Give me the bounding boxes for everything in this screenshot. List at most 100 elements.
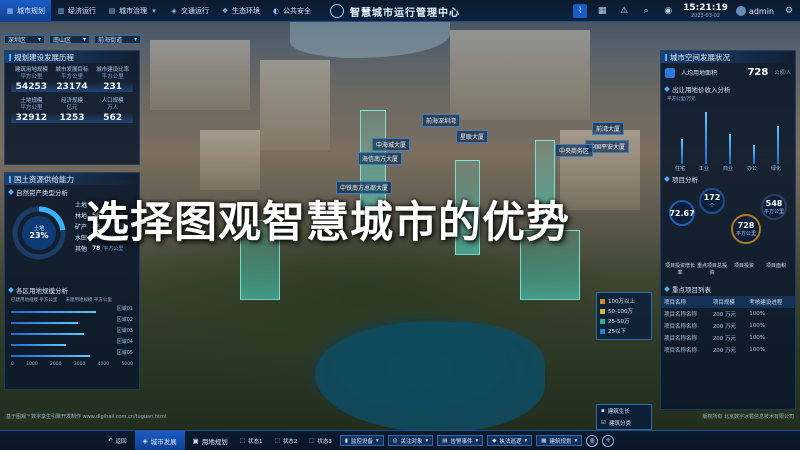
hbar-track: 区域01: [11, 305, 133, 316]
compass-icon[interactable]: ✛: [602, 434, 615, 447]
map-legend-row[interactable]: 50-100万: [600, 306, 648, 316]
bubble-value: 72.67: [669, 208, 695, 218]
vbar-category: 商业: [723, 166, 734, 172]
map-legend-row[interactable]: 25以下: [600, 326, 648, 336]
table-cell: 100%: [749, 323, 765, 329]
table-row[interactable]: 项目名称名称 200 万元 100%: [661, 308, 795, 320]
globe-icon[interactable]: ◍: [586, 434, 599, 447]
nav-traffic[interactable]: ◈ 交通运行: [164, 0, 215, 22]
map-legend-row[interactable]: 25-50万: [600, 316, 648, 326]
hbar-name: 区域03: [116, 328, 133, 334]
chip-patrol[interactable]: ◆ 执法巡逻 ▾: [487, 435, 533, 446]
nav-ecology[interactable]: ❖ 生态环境: [215, 0, 266, 22]
filter-street[interactable]: 前海街道 ▾: [94, 35, 142, 44]
vbar: [753, 144, 755, 164]
user-menu[interactable]: admin: [735, 6, 774, 16]
camera-icon: ▮: [344, 437, 348, 444]
stat-label: 土地规模: [20, 98, 43, 104]
settings-icon[interactable]: ⚙: [782, 4, 796, 18]
map-icon: ▣: [192, 436, 199, 445]
chip-focus[interactable]: ◎ 关注对象 ▾: [387, 435, 434, 446]
stat-item: 城市发展目标 平方公里 23174: [51, 67, 93, 92]
project-bubble[interactable]: 172 个: [699, 188, 725, 214]
project-bubble[interactable]: 548 平方公里: [761, 194, 787, 220]
layer-option[interactable]: ▪ 建筑生长: [597, 405, 651, 417]
map-tag[interactable]: 前海深圳湾: [422, 114, 461, 127]
nav-economy[interactable]: ▥ 经济运行: [51, 0, 102, 22]
page-title: 智慧城市运行管理中心: [330, 0, 460, 22]
vbar: [777, 125, 779, 164]
planning-history-panel: 规划建设发展历程 建筑用地规模 平方公里 54253 城市发展目标 平方公里 23174 城…: [4, 50, 140, 165]
state-button-3[interactable]: ⬚ 状态3: [305, 434, 336, 448]
bubble-value: 728: [737, 221, 755, 230]
map-tag[interactable]: 星联大厦: [456, 130, 489, 143]
map-tag[interactable]: 海信南方大厦: [358, 152, 403, 165]
hbar-name: 区域01: [116, 306, 133, 312]
building-icon: ▦: [541, 437, 547, 444]
layer-option[interactable]: ☑ 建筑分类: [597, 417, 651, 429]
tab-city-development[interactable]: ◈ 城市发展: [134, 430, 185, 450]
project-bubble[interactable]: 728 平方公里: [731, 214, 761, 244]
hbar-row: 区域02: [11, 316, 133, 327]
table-row[interactable]: 项目名称名称 200 万元 100%: [661, 332, 795, 344]
hbar-row: 区域05: [11, 349, 133, 360]
map-legend-row[interactable]: 100万以上: [600, 296, 648, 306]
map-tag[interactable]: 中央商务区: [555, 144, 594, 157]
hbar-bar: [11, 311, 97, 313]
map-tag[interactable]: 前湾大厦: [592, 122, 625, 135]
chip-building-plan[interactable]: ▦ 建筑规划 ▾: [536, 435, 583, 446]
filter-city[interactable]: 深圳区 ▾: [4, 35, 46, 44]
footer-credit: 基于图观™数字孪生引擎开发制作 www.digihail.com.cn/tugu…: [6, 414, 167, 420]
state-button-2[interactable]: ⬚ 状态2: [270, 434, 301, 448]
stat-value: 54253: [11, 82, 52, 92]
state-icon: ⬚: [239, 437, 245, 444]
map-tag[interactable]: 中海城大厦: [372, 138, 411, 151]
filter-label: 前海街道: [98, 37, 123, 44]
axis-tick: 0: [11, 362, 14, 367]
nav-city-planning[interactable]: ▦ 城市规划: [0, 0, 51, 22]
table-row[interactable]: 项目名称名称 200 万元 100%: [661, 320, 795, 332]
building-cluster: [150, 40, 250, 110]
dashboard-icon[interactable]: ⌇: [573, 4, 588, 18]
nav-governance[interactable]: ▤ 城市治理 ▾: [102, 0, 164, 22]
city-icon: ▦: [6, 6, 14, 15]
table-row[interactable]: 项目名称名称 200 万元 100%: [661, 344, 795, 356]
project-table: 项目名称 项目规模 考核建设进程 项目名称名称 200 万元 100% 项目名称名称 200…: [661, 296, 795, 356]
nav-label: 生态环境: [232, 6, 260, 15]
bubble-unit: 平方公里: [735, 231, 756, 237]
stat-value: 231: [92, 82, 133, 92]
stat-item: 土地规模 平方公里 32912: [11, 98, 52, 123]
vbar-category: 绿化: [771, 166, 782, 172]
back-button[interactable]: ↶ 返回: [104, 434, 131, 448]
nav-safety[interactable]: ◐ 公共安全: [266, 0, 317, 22]
search-icon[interactable]: ⌕: [639, 4, 653, 18]
hbar-name: 区域04: [116, 339, 133, 345]
chip-monitor[interactable]: ▮ 监控设备 ▾: [339, 435, 384, 446]
tab-land-planning[interactable]: ▣ 用地规划: [189, 434, 232, 448]
grid-icon[interactable]: ▦: [595, 4, 609, 18]
stat-value: 23174: [51, 82, 93, 92]
stats-grid: 建筑用地规模 平方公里 54253 城市发展目标 平方公里 23174 城市建设比率 平方公里…: [5, 63, 139, 127]
chip-alarm[interactable]: ▤ 告警事件 ▾: [437, 435, 484, 446]
hbar-bar: [11, 322, 79, 324]
username: admin: [748, 6, 774, 16]
area-unit: 公顷/人: [774, 70, 791, 76]
clock-date: 2023-03-02: [691, 13, 721, 19]
eye-icon[interactable]: ◉: [661, 4, 675, 18]
shield-icon: ◐: [272, 6, 280, 15]
alert-icon[interactable]: ⚠: [617, 4, 631, 18]
hbar-name: 区域05: [116, 350, 133, 356]
filter-district[interactable]: 南山区 ▾: [49, 35, 91, 44]
stat-unit: 平方公里: [20, 74, 43, 80]
table-header-cell: 项目规模: [709, 296, 747, 308]
area-label: 人均用地面积: [681, 70, 718, 77]
project-bubble[interactable]: 72.67: [669, 200, 695, 226]
table-cell: 100%: [749, 335, 765, 341]
stat-label: 人口规模: [101, 98, 124, 104]
headline-overlay: 选择图观智慧城市的优势: [86, 198, 570, 248]
table-cell: 200 万元: [712, 324, 736, 330]
state-button-1[interactable]: ⬚ 状态1: [236, 434, 267, 448]
building-icon: ▪: [601, 408, 605, 414]
hbar-chart: 区域01 区域02 区域03 区域04 区域05: [5, 303, 139, 362]
target-icon: ◎: [392, 437, 398, 444]
